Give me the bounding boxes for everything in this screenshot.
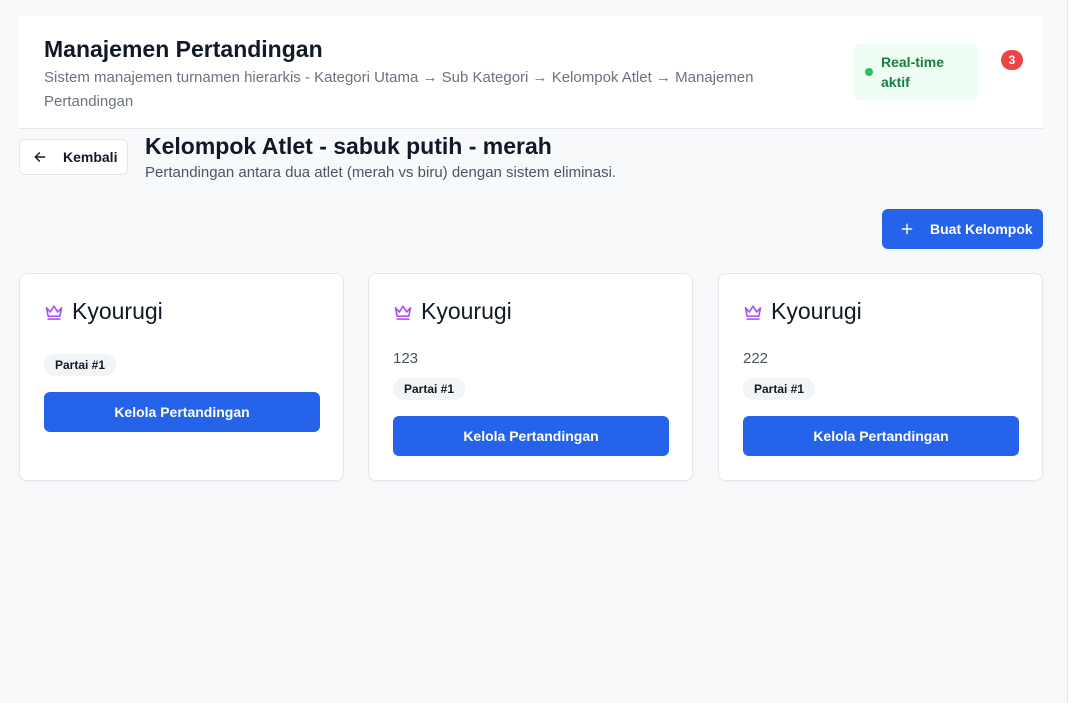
card-header: Kyourugi xyxy=(44,298,163,325)
card-description: 123 xyxy=(393,350,419,367)
app-subtitle: Sistem manajemen turnamen hierarkis - Ka… xyxy=(44,69,754,110)
match-number-chip: Partai #1 xyxy=(393,378,466,400)
create-group-label: Buat Kelompok xyxy=(930,221,1033,237)
back-button-label: Kembali xyxy=(63,149,118,165)
app-title: Manajemen Pertandingan xyxy=(44,36,323,62)
back-button[interactable]: Kembali xyxy=(19,139,128,175)
plus-icon xyxy=(901,223,913,235)
crown-icon xyxy=(394,304,412,320)
card-title: Kyourugi xyxy=(421,298,512,324)
match-group-card: Kyourugi 222 Partai #1 Kelola Pertanding… xyxy=(718,273,1043,481)
manage-matches-button[interactable]: Kelola Pertandingan xyxy=(743,416,1019,456)
app-header: Manajemen Pertandingan Sistem manajemen … xyxy=(19,16,1043,129)
page-subtitle: Pertandingan antara dua atlet (merah vs … xyxy=(145,164,617,181)
realtime-status-badge: Real-time aktif xyxy=(853,44,979,100)
match-group-card: Kyourugi 123 Partai #1 Kelola Pertanding… xyxy=(368,273,693,481)
card-header: Kyourugi xyxy=(743,298,862,325)
crown-icon xyxy=(744,304,762,320)
notification-count-badge[interactable]: 3 xyxy=(1001,50,1023,70)
create-group-button[interactable]: Buat Kelompok xyxy=(882,209,1043,249)
match-number-chip: Partai #1 xyxy=(743,378,816,400)
card-header: Kyourugi xyxy=(393,298,512,325)
card-description: 222 xyxy=(743,350,769,367)
crown-icon xyxy=(45,304,63,320)
page-title: Kelompok Atlet - sabuk putih - merah xyxy=(145,133,552,159)
arrow-left-icon xyxy=(34,152,46,162)
match-group-card: Kyourugi Partai #1 Kelola Pertandingan xyxy=(19,273,344,481)
manage-matches-button[interactable]: Kelola Pertandingan xyxy=(393,416,669,456)
card-title: Kyourugi xyxy=(72,298,163,324)
match-number-chip: Partai #1 xyxy=(44,354,117,376)
card-title: Kyourugi xyxy=(771,298,862,324)
status-dot-icon xyxy=(865,68,873,76)
scrollbar-track xyxy=(1067,0,1074,703)
realtime-status-label: Real-time aktif xyxy=(881,54,945,90)
manage-matches-button[interactable]: Kelola Pertandingan xyxy=(44,392,320,432)
